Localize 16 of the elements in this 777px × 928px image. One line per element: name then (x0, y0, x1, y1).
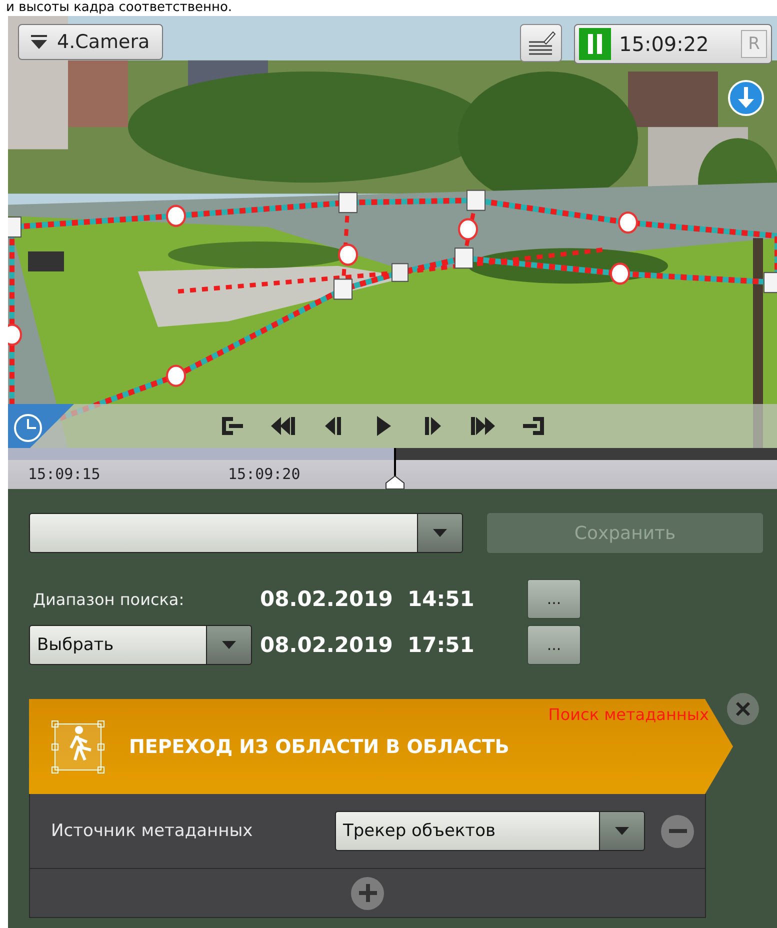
timeline-label: 15:09:20 (228, 465, 300, 483)
field-label: Источник метаданных (51, 821, 254, 841)
source-select[interactable]: Трекер объектов (335, 811, 599, 851)
timeline[interactable]: 15:09:15 15:09:20 (8, 448, 777, 489)
end-date-text: 08.02.2019 17:51 (260, 633, 476, 657)
filter-category: Поиск метаданных (548, 705, 709, 724)
range-label: Диапазон поиска: (32, 590, 186, 608)
timeline-label: 15:09:15 (28, 465, 100, 483)
period-select[interactable]: Выбрать (29, 625, 206, 665)
camera-select-button[interactable]: 4.Camera (18, 24, 163, 60)
start-date-button[interactable]: ... (527, 579, 581, 619)
start-date-text: 08.02.2019 14:51 (260, 587, 476, 611)
current-time: 15:09:22 (619, 32, 709, 56)
caption-text: и высоты кадра соответственно. (5, 0, 234, 16)
end-date-button[interactable]: ... (527, 625, 581, 665)
filter-title: ПЕРЕХОД ИЗ ОБЛАСТИ В ОБЛАСТЬ (129, 736, 510, 758)
